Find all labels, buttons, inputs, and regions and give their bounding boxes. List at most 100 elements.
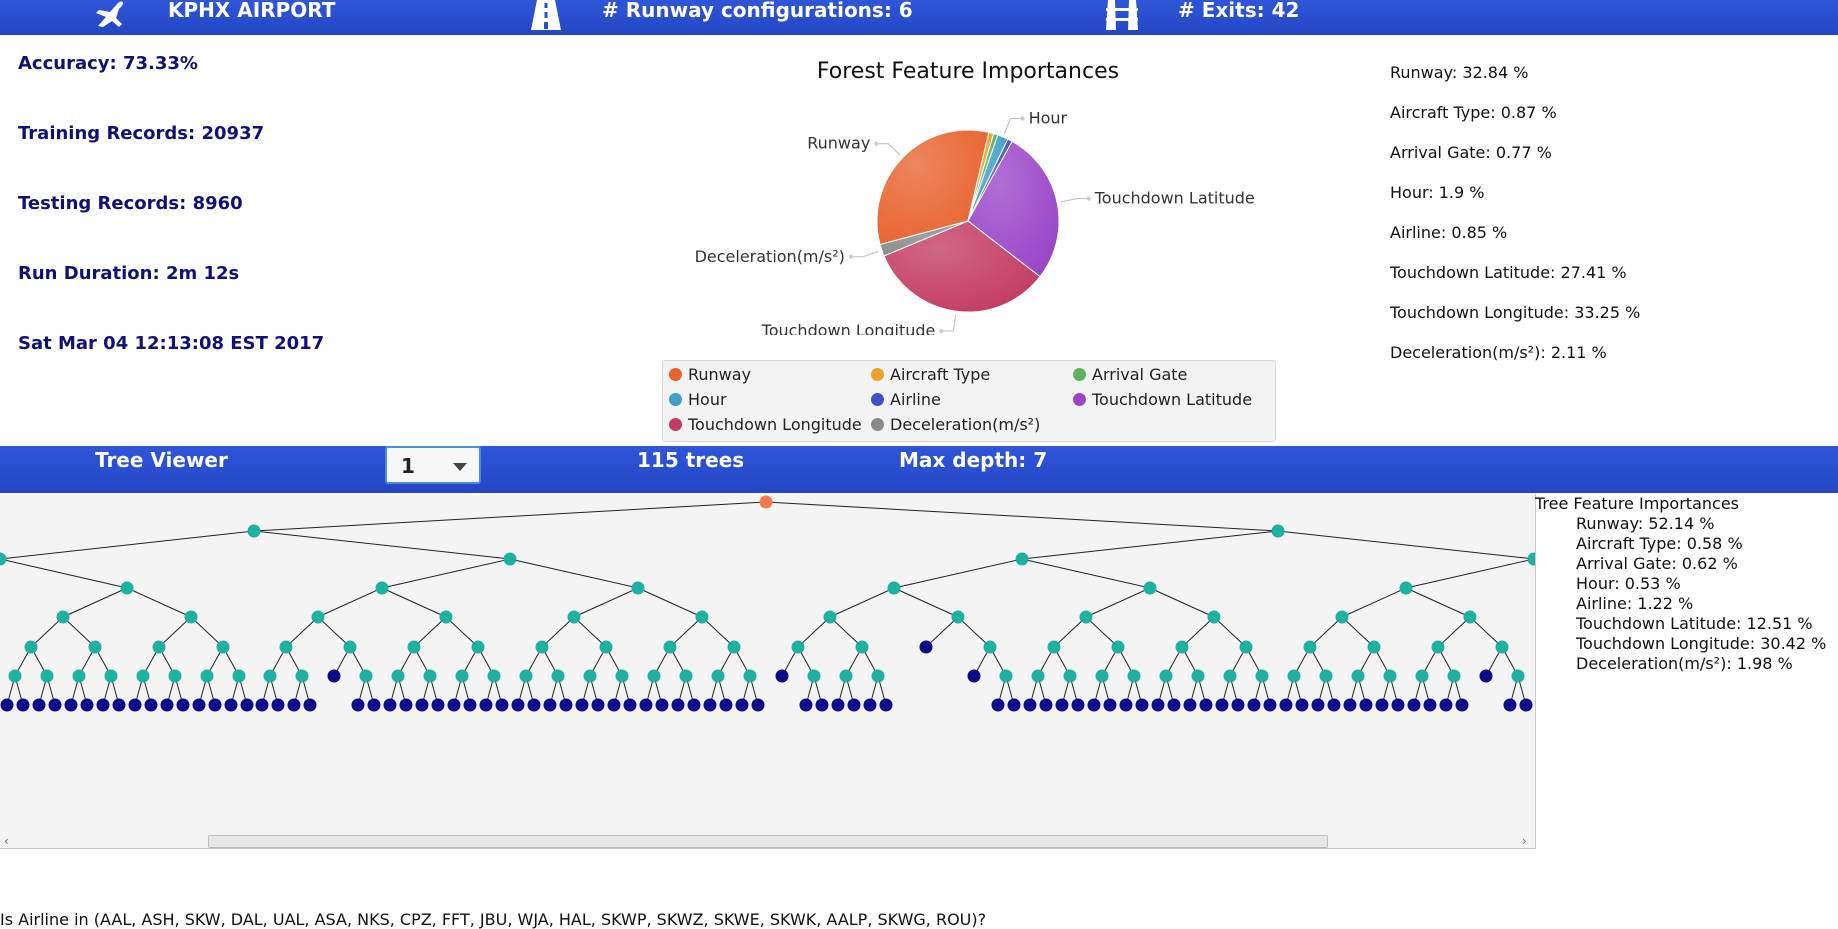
tree-canvas[interactable] [0, 494, 1536, 849]
tree-leaf-node[interactable] [303, 698, 317, 712]
tree-node[interactable] [599, 640, 613, 654]
tree-leaf-node[interactable] [607, 698, 621, 712]
tree-leaf-node[interactable] [1167, 698, 1181, 712]
tree-leaf-node[interactable] [1327, 698, 1341, 712]
tree-leaf-node[interactable] [192, 698, 206, 712]
tree-leaf-node[interactable] [591, 698, 605, 712]
tree-leaf-node[interactable] [1151, 698, 1165, 712]
tree-leaf-node[interactable] [431, 698, 445, 712]
legend-item[interactable]: Aircraft Type [871, 365, 990, 384]
tree-leaf-node[interactable] [847, 698, 861, 712]
tree-node[interactable] [1367, 640, 1381, 654]
tree-root-node[interactable] [759, 495, 773, 509]
tree-leaf-node[interactable] [271, 698, 285, 712]
tree-leaf-node[interactable] [1215, 698, 1229, 712]
tree-leaf-node[interactable] [415, 698, 429, 712]
tree-leaf-node[interactable] [1439, 698, 1453, 712]
tree-node[interactable] [40, 669, 54, 683]
tree-node[interactable] [1047, 640, 1061, 654]
horizontal-scrollbar[interactable]: ‹ › [0, 834, 1534, 848]
tree-leaf-node[interactable] [1295, 698, 1309, 712]
tree-node[interactable] [152, 640, 166, 654]
tree-leaf-node[interactable] [1119, 698, 1133, 712]
tree-node[interactable] [1319, 669, 1333, 683]
tree-node[interactable] [1063, 669, 1077, 683]
tree-node[interactable] [423, 669, 437, 683]
tree-leaf-node[interactable] [1455, 698, 1469, 712]
tree-leaf-node[interactable] [383, 698, 397, 712]
tree-leaf-node[interactable] [128, 698, 142, 712]
tree-leaf-node[interactable] [64, 698, 78, 712]
tree-node[interactable] [999, 669, 1013, 683]
tree-node[interactable] [1271, 524, 1285, 538]
tree-leaf-node[interactable] [1343, 698, 1357, 712]
tree-leaf-node[interactable] [0, 698, 14, 712]
tree-node[interactable] [263, 669, 277, 683]
tree-leaf-node[interactable] [447, 698, 461, 712]
tree-node[interactable] [136, 669, 150, 683]
tree-leaf-node[interactable] [719, 698, 733, 712]
tree-node[interactable] [535, 640, 549, 654]
tree-leaf-node[interactable] [1023, 698, 1037, 712]
tree-node[interactable] [727, 640, 741, 654]
tree-leaf-node[interactable] [527, 698, 541, 712]
tree-node[interactable] [120, 581, 134, 595]
tree-leaf-node[interactable] [1199, 698, 1213, 712]
tree-leaf-node[interactable] [559, 698, 573, 712]
tree-leaf-node[interactable] [1055, 698, 1069, 712]
legend-item[interactable]: Touchdown Latitude [1073, 390, 1252, 409]
tree-node[interactable] [311, 610, 325, 624]
tree-node[interactable] [104, 669, 118, 683]
tree-node[interactable] [343, 640, 357, 654]
tree-leaf-node[interactable] [399, 698, 413, 712]
tree-node[interactable] [663, 640, 677, 654]
tree-node[interactable] [583, 669, 597, 683]
tree-leaf-node[interactable] [639, 698, 653, 712]
tree-node[interactable] [216, 640, 230, 654]
tree-node[interactable] [487, 669, 501, 683]
tree-leaf-node[interactable] [48, 698, 62, 712]
tree-node[interactable] [56, 610, 70, 624]
tree-node[interactable] [1079, 610, 1093, 624]
tree-leaf-node[interactable] [1007, 698, 1021, 712]
tree-node[interactable] [88, 640, 102, 654]
tree-leaf-node[interactable] [479, 698, 493, 712]
tree-node[interactable] [0, 552, 7, 566]
tree-node[interactable] [1239, 640, 1253, 654]
tree-node[interactable] [1255, 669, 1269, 683]
tree-node[interactable] [1511, 669, 1525, 683]
scrollbar-thumb[interactable] [208, 835, 1328, 848]
tree-leaf-node[interactable] [367, 698, 381, 712]
tree-node[interactable] [855, 640, 869, 654]
tree-node[interactable] [1335, 610, 1349, 624]
tree-leaf-node[interactable] [623, 698, 637, 712]
tree-leaf-node[interactable] [1391, 698, 1405, 712]
tree-node[interactable] [1159, 669, 1173, 683]
tree-node[interactable] [184, 610, 198, 624]
tree-node[interactable] [791, 640, 805, 654]
tree-leaf-node[interactable] [1359, 698, 1373, 712]
tree-leaf-node[interactable] [327, 669, 341, 683]
scroll-left-icon[interactable]: ‹ [4, 834, 9, 848]
tree-leaf-node[interactable] [919, 640, 933, 654]
tree-leaf-node[interactable] [879, 698, 893, 712]
tree-node[interactable] [679, 669, 693, 683]
tree-node[interactable] [519, 669, 533, 683]
tree-leaf-node[interactable] [224, 698, 238, 712]
tree-leaf-node[interactable] [287, 698, 301, 712]
tree-leaf-node[interactable] [160, 698, 174, 712]
tree-leaf-node[interactable] [463, 698, 477, 712]
tree-node[interactable] [615, 669, 629, 683]
tree-leaf-node[interactable] [208, 698, 222, 712]
tree-node[interactable] [823, 610, 837, 624]
tree-leaf-node[interactable] [687, 698, 701, 712]
tree-leaf-node[interactable] [144, 698, 158, 712]
tree-select-dropdown[interactable]: 1 [385, 446, 481, 484]
tree-node[interactable] [839, 669, 853, 683]
tree-node[interactable] [1527, 552, 1536, 566]
tree-node[interactable] [232, 669, 246, 683]
tree-leaf-node[interactable] [815, 698, 829, 712]
tree-leaf-node[interactable] [991, 698, 1005, 712]
tree-node[interactable] [1399, 581, 1413, 595]
tree-node[interactable] [983, 640, 997, 654]
